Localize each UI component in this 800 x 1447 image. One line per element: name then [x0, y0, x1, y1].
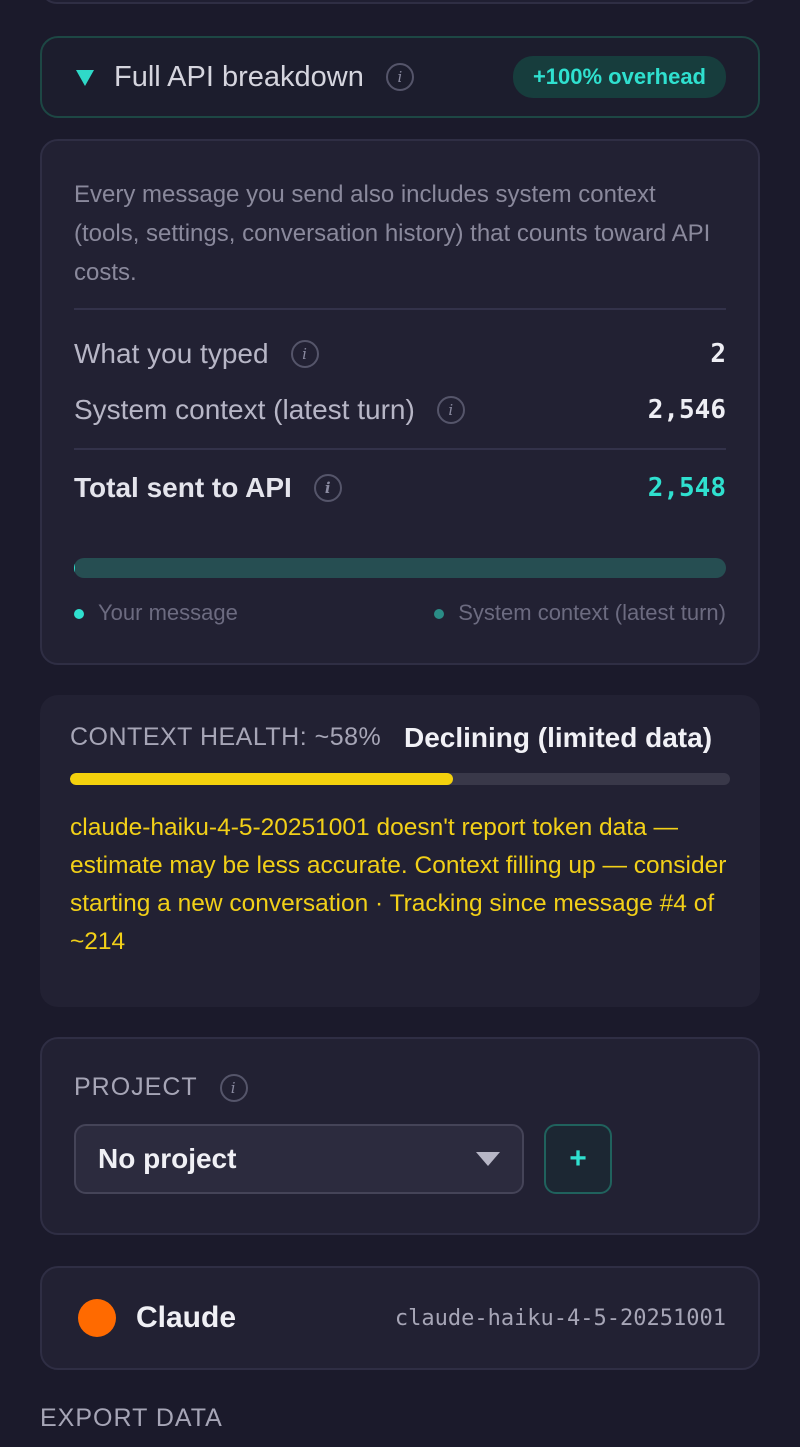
- context-health-card: CONTEXT HEALTH: ~58% Declining (limited …: [40, 695, 760, 1007]
- total-row: Total sent to API i 2,548: [74, 472, 726, 504]
- info-icon[interactable]: i: [385, 63, 414, 91]
- api-breakdown-title: Full API breakdown: [114, 60, 364, 93]
- project-selected-value: No project: [98, 1143, 237, 1174]
- previous-card: [40, 0, 760, 4]
- provider-name: Claude: [136, 1301, 237, 1334]
- legend-system: System context (latest turn): [458, 600, 726, 625]
- info-icon[interactable]: i: [290, 340, 319, 368]
- token-split-bar: [74, 558, 726, 578]
- typed-value: 2: [710, 339, 726, 369]
- total-value: 2,548: [647, 473, 726, 503]
- context-health-fill: [70, 773, 453, 785]
- model-id: claude-haiku-4-5-20251001: [394, 1305, 726, 1331]
- system-context-value: 2,546: [647, 395, 726, 425]
- message-dot-icon: [74, 609, 84, 620]
- system-context-label: System context (latest turn): [74, 394, 415, 425]
- api-breakdown-panel: Every message you send also includes sys…: [40, 139, 760, 665]
- project-label: PROJECT: [74, 1073, 198, 1101]
- legend-message: Your message: [98, 600, 238, 625]
- context-health-label: CONTEXT HEALTH: ~58%: [70, 723, 382, 751]
- context-health-status: Declining (limited data): [404, 722, 713, 753]
- api-breakdown-toggle[interactable]: Full API breakdown i +100% overhead: [40, 36, 760, 118]
- info-icon[interactable]: i: [313, 474, 342, 502]
- message-share-fill: [74, 558, 75, 578]
- chevron-down-icon: [476, 1152, 500, 1166]
- info-icon[interactable]: i: [436, 396, 465, 424]
- context-health-note: claude-haiku-4-5-20251001 doesn't report…: [70, 814, 727, 955]
- overhead-badge: +100% overhead: [512, 56, 726, 98]
- project-card: PROJECT i No project +: [40, 1037, 760, 1235]
- typed-label: What you typed: [74, 338, 269, 369]
- divider: [74, 308, 726, 310]
- info-icon[interactable]: i: [219, 1073, 248, 1102]
- typed-row: What you typed i 2: [74, 338, 726, 370]
- provider-dot-icon: [78, 1299, 116, 1337]
- add-project-button[interactable]: +: [544, 1124, 612, 1194]
- context-health-bar: [70, 773, 730, 785]
- api-breakdown-description: Every message you send also includes sys…: [74, 181, 711, 286]
- token-split-legend: Your message System context (latest turn…: [74, 600, 726, 626]
- system-dot-icon: [434, 609, 445, 620]
- divider: [74, 448, 726, 450]
- total-label: Total sent to API: [74, 472, 292, 503]
- sidebar-panel: Full API breakdown i +100% overhead Ever…: [0, 0, 800, 1447]
- export-section-title: EXPORT DATA: [40, 1404, 223, 1432]
- expand-triangle-icon: [76, 70, 94, 86]
- model-card: Claude claude-haiku-4-5-20251001: [40, 1266, 760, 1370]
- project-select[interactable]: No project: [74, 1124, 524, 1194]
- system-context-row: System context (latest turn) i 2,546: [74, 394, 726, 426]
